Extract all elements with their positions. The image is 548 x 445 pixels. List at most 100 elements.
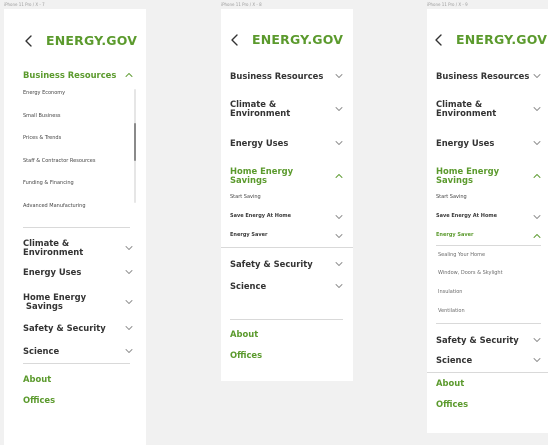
nav-label: Business Resources [436,70,530,81]
sub-item[interactable]: Energy Economy [23,89,128,98]
sub-item[interactable]: Funding & Financing [23,179,128,188]
chevron-up-icon [533,233,541,239]
frame-label: iPhone 11 Pro / X - 7 [4,2,45,7]
sub-item[interactable]: Small Business [23,112,128,121]
nav-label: Energy Uses [230,137,289,148]
frame-label: iPhone 11 Pro / X - 9 [427,2,468,7]
nav-home-energy-savings[interactable]: Home Energy Savings [436,165,541,187]
nav-label: Science [436,354,473,365]
chevron-down-icon [335,73,343,79]
design-canvas: iPhone 11 Pro / X - 7 ENERGY.GOV Busines… [0,0,548,445]
nav-label: Business Resources [230,70,324,81]
nav-label: Home Energy Savings [436,166,500,185]
chevron-down-icon [533,73,541,79]
nav-label: Climate & Environment [23,238,84,257]
saver-item[interactable]: Insulation [438,288,538,297]
phone-frame-3: ENERGY.GOV Business Resources Climate & … [427,9,548,433]
offices-link[interactable]: Offices [230,350,262,360]
nav-label: Climate & Environment [436,99,497,118]
nav-label: Safety & Security [23,322,106,333]
back-arrow-icon[interactable] [432,33,446,47]
nav-label: Home Energy Savings [230,166,294,185]
divider [23,363,130,364]
chevron-up-icon [335,173,343,179]
offices-link[interactable]: Offices [23,395,55,405]
chevron-down-icon [335,106,343,112]
nav-climate[interactable]: Climate & Environment [436,98,541,120]
divider [427,372,548,373]
divider [436,245,541,246]
brand-title: ENERGY.GOV [456,32,548,47]
chevron-down-icon [533,106,541,112]
frame-label: iPhone 11 Pro / X - 8 [221,2,262,7]
chevron-down-icon [125,245,133,251]
nav-label: Business Resources [23,69,117,80]
sub-item-start-saving[interactable]: Start Saving [436,193,541,202]
back-arrow-icon[interactable] [228,33,242,47]
header: ENERGY.GOV [432,32,547,47]
sub-item[interactable]: Staff & Contractor Resources [23,157,128,166]
sub-item-save-energy-at-home[interactable]: Save Energy At Home [230,212,343,221]
nav-science[interactable]: Science [230,280,343,292]
chevron-down-icon [335,261,343,267]
header: ENERGY.GOV [22,33,137,48]
chevron-up-icon [533,173,541,179]
saver-item[interactable]: Window, Doors & Skylight [438,269,538,278]
chevron-up-icon [125,72,133,78]
nav-label: Energy Uses [436,137,495,148]
nav-label: Safety & Security [436,334,519,345]
phone-frame-1: ENERGY.GOV Business Resources Energy Eco… [4,9,146,445]
divider [221,247,353,248]
divider [23,227,130,228]
nav-label: Energy Uses [23,266,82,277]
sub-item[interactable]: Prices & Trends [23,134,128,143]
chevron-down-icon [533,214,541,220]
nav-label: Home Energy Savings [23,292,87,311]
about-link[interactable]: About [23,374,51,384]
scrollbar-thumb[interactable] [134,123,136,161]
chevron-down-icon [125,269,133,275]
phone-frame-2: ENERGY.GOV Business Resources Climate & … [221,9,353,381]
nav-business-resources[interactable]: Business Resources [436,70,541,82]
offices-link[interactable]: Offices [436,399,468,409]
nav-safety-security[interactable]: Safety & Security [230,258,343,270]
nav-business-resources[interactable]: Business Resources [230,70,343,82]
chevron-down-icon [125,325,133,331]
brand-title: ENERGY.GOV [252,32,344,47]
chevron-down-icon [335,140,343,146]
nav-energy-uses[interactable]: Energy Uses [436,137,541,149]
nav-safety-security[interactable]: Safety & Security [23,322,133,334]
sub-item[interactable]: Advanced Manufacturing [23,202,128,211]
chevron-down-icon [533,337,541,343]
saver-item[interactable]: Ventilation [438,307,538,316]
nav-energy-uses[interactable]: Energy Uses [23,266,133,278]
chevron-down-icon [335,214,343,220]
chevron-down-icon [335,233,343,239]
nav-climate[interactable]: Climate & Environment [230,98,343,120]
chevron-down-icon [533,140,541,146]
nav-business-resources[interactable]: Business Resources [23,69,133,81]
about-link[interactable]: About [436,378,464,388]
nav-science[interactable]: Science [436,354,541,366]
nav-label: Safety & Security [230,258,313,269]
brand-title: ENERGY.GOV [46,33,138,48]
sub-item-save-energy-at-home[interactable]: Save Energy At Home [436,212,541,221]
sub-item-energy-saver[interactable]: Energy Saver [230,231,343,240]
nav-climate[interactable]: Climate & Environment [23,237,133,259]
saver-item[interactable]: Sealing Your Home [438,251,538,260]
chevron-down-icon [125,348,133,354]
about-link[interactable]: About [230,329,258,339]
header: ENERGY.GOV [228,32,343,47]
nav-energy-uses[interactable]: Energy Uses [230,137,343,149]
chevron-down-icon [125,299,133,305]
back-arrow-icon[interactable] [22,34,36,48]
nav-safety-security[interactable]: Safety & Security [436,334,541,346]
sub-item-start-saving[interactable]: Start Saving [230,193,343,202]
sub-item-energy-saver[interactable]: Energy Saver [436,231,541,240]
nav-science[interactable]: Science [23,345,133,357]
nav-label: Science [23,345,60,356]
nav-home-energy-savings[interactable]: Home Energy Savings [230,165,343,187]
nav-label: Climate & Environment [230,99,291,118]
nav-home-energy-savings[interactable]: Home Energy Savings [23,291,133,313]
divider [230,319,343,320]
